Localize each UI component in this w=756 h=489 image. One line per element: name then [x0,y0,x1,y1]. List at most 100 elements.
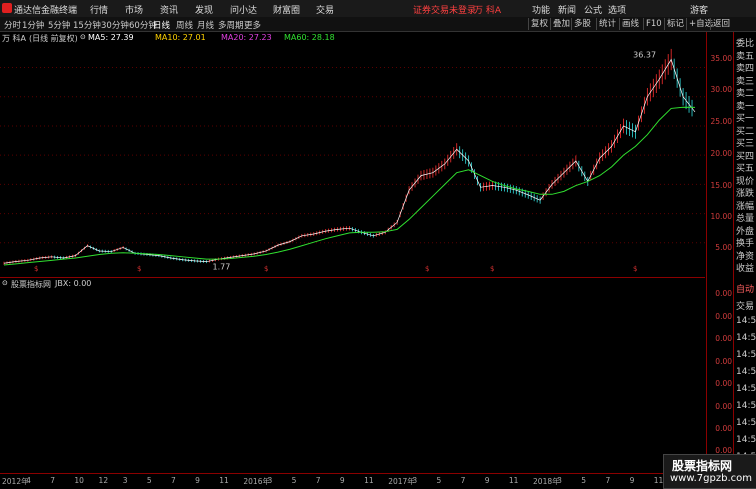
timeframe-1[interactable]: 1分钟 [22,19,44,31]
quote-field: 卖四 [736,64,755,74]
tool-button-8[interactable]: 返回 [710,18,732,30]
quote-field: 总量 [736,214,755,224]
tick-time: 交易 [736,302,755,312]
indicator-tick: 0.00 [715,402,732,411]
price-tick: 30.00 [710,85,732,94]
menu-formula[interactable]: 公式 [584,3,602,16]
date-tick: 9 [195,476,200,485]
tick-time: 14:5 [736,435,756,445]
guest-label[interactable]: 游客 [690,3,708,16]
date-tick: 7 [170,476,176,485]
quote-field: 涨幅 [736,201,755,212]
menu-function[interactable]: 功能 [532,3,550,16]
date-tick: 7 [605,476,611,485]
event-marker-icon[interactable]: $ [490,265,494,273]
indicator-value: JBX: 0.00 [55,279,92,288]
low-annotation: 1.77 [213,263,231,272]
menu-item-1[interactable]: 市场 [125,3,143,16]
tool-button-3[interactable]: 统计 [596,18,618,30]
timeframe-9[interactable]: 多周期 [218,19,244,31]
timeframe-4[interactable]: 30分钟 [101,19,129,31]
menu-item-0[interactable]: 行情 [90,3,108,16]
date-tick: 3 [122,476,128,485]
watermark-title: 股票指标网 [672,459,733,473]
tool-button-6[interactable]: 标记 [664,18,686,30]
login-notice[interactable]: 证券交易未登录 [413,3,476,16]
quote-field: 买一 [736,114,755,124]
chart-info-bar: 万 科A (日线 前复权) ⊙ MA5: 27.39 MA10: 27.01 M… [0,32,730,44]
indicator-name: 股票指标网 [11,280,51,289]
date-tick: 3 [412,476,418,485]
menu-item-6[interactable]: 交易 [316,3,334,16]
date-tick: 7 [460,476,466,485]
ma5-label: MA5: 27.39 [88,33,134,42]
quote-field: 买五 [736,164,755,174]
timeframe-0[interactable]: 分时 [4,19,21,31]
quote-field: 收益 [736,264,755,274]
date-tick: 9 [484,476,490,485]
date-axis: 2012年 4 7 10 12 3 5 7 9 11 2016年 3 5 7 9 11 2017年 3 5 7 9 11 2… [0,473,705,488]
price-tick: 20.00 [710,149,732,158]
timeframe-8[interactable]: 月线 [197,19,214,31]
quote-panel: 委比 卖五 卖四 卖三 卖二 卖一 买一 买二 买三 买四 买五 现价 涨跌 涨幅 总量 外盘 换手 净资 收益 自动… [733,32,756,487]
stock-name: 万 科A [2,34,27,43]
timeframe-3[interactable]: 15分钟 [73,19,101,31]
price-chart[interactable]: 36.37 1.77 $ $ $ $ $ $ [0,44,705,276]
tool-button-4[interactable]: 画线 [619,18,641,30]
indicator-tick: 0.00 [715,424,732,433]
menu-item-5[interactable]: 财富圈 [273,3,300,16]
settings-icon[interactable]: ⊙ [80,33,86,41]
indicator-tick: 0.00 [715,289,732,298]
tick-time: 14:5 [736,350,756,360]
quote-field: 卖五 [736,51,755,62]
menu-item-2[interactable]: 资讯 [160,3,178,16]
indicator-info-bar: ⊙ 股票指标网 JBX: 0.00 [0,277,705,290]
quote-field: 卖三 [736,76,755,87]
quote-field: 买二 [736,126,755,137]
quote-field: 涨跌 [736,189,755,199]
tick-time: 14:5 [736,401,756,411]
tool-button-0[interactable]: 复权 [528,18,550,30]
timeframe-6[interactable]: 日线 [153,19,170,31]
menu-bar: 通达信金融终端 行情 市场 资讯 发现 问小达 财富圈 交易 证券交易未登录 万 科A 功能… [0,0,756,18]
tool-button-2[interactable]: 多股 [571,18,593,30]
tool-button-1[interactable]: 叠加 [550,18,572,30]
price-tick: 25.00 [710,117,732,126]
date-tick: 11 [364,476,374,485]
quote-field: 净资 [736,251,755,262]
quote-field: 卖一 [736,101,755,112]
tick-time: 14:5 [736,316,756,326]
date-tick: 11 [508,476,519,485]
current-stock-label: 万 科A [474,6,502,16]
ma10-label: MA10: 27.01 [155,33,206,42]
menu-options[interactable]: 选项 [608,3,626,16]
event-marker-icon[interactable]: $ [264,265,268,273]
date-tick: 10 [74,476,84,485]
menu-item-3[interactable]: 发现 [195,3,213,16]
date-tick: 4 [26,476,31,485]
tick-time: 14:5 [736,333,756,343]
event-marker-icon[interactable]: $ [633,265,637,273]
date-tick: 11 [219,476,229,485]
tick-time: 14:5 [736,367,756,377]
date-tick: 7 [315,476,321,485]
quote-field: 买四 [736,151,755,162]
event-marker-icon[interactable]: $ [34,265,38,273]
app-name: 通达信金融终端 [14,6,78,16]
menu-news[interactable]: 新闻 [558,3,576,16]
menu-item-4[interactable]: 问小达 [230,3,257,16]
indicator-settings-icon[interactable]: ⊙ [2,279,8,287]
event-marker-icon[interactable]: $ [137,265,141,273]
indicator-tick: 0.00 [715,357,732,366]
date-tick: 12 [98,476,109,485]
timeframe-7[interactable]: 周线 [176,19,193,31]
timeframe-10[interactable]: 更多 [244,19,261,31]
date-tick: 9 [339,476,345,485]
tool-button-5[interactable]: F10 [643,18,664,30]
event-marker-icon[interactable]: $ [425,265,429,273]
price-tick: 10.00 [710,212,732,221]
timeframe-2[interactable]: 5分钟 [48,19,70,31]
price-tick: 15.00 [710,181,732,190]
high-annotation: 36.37 [633,51,656,60]
ma60-line [3,106,696,266]
